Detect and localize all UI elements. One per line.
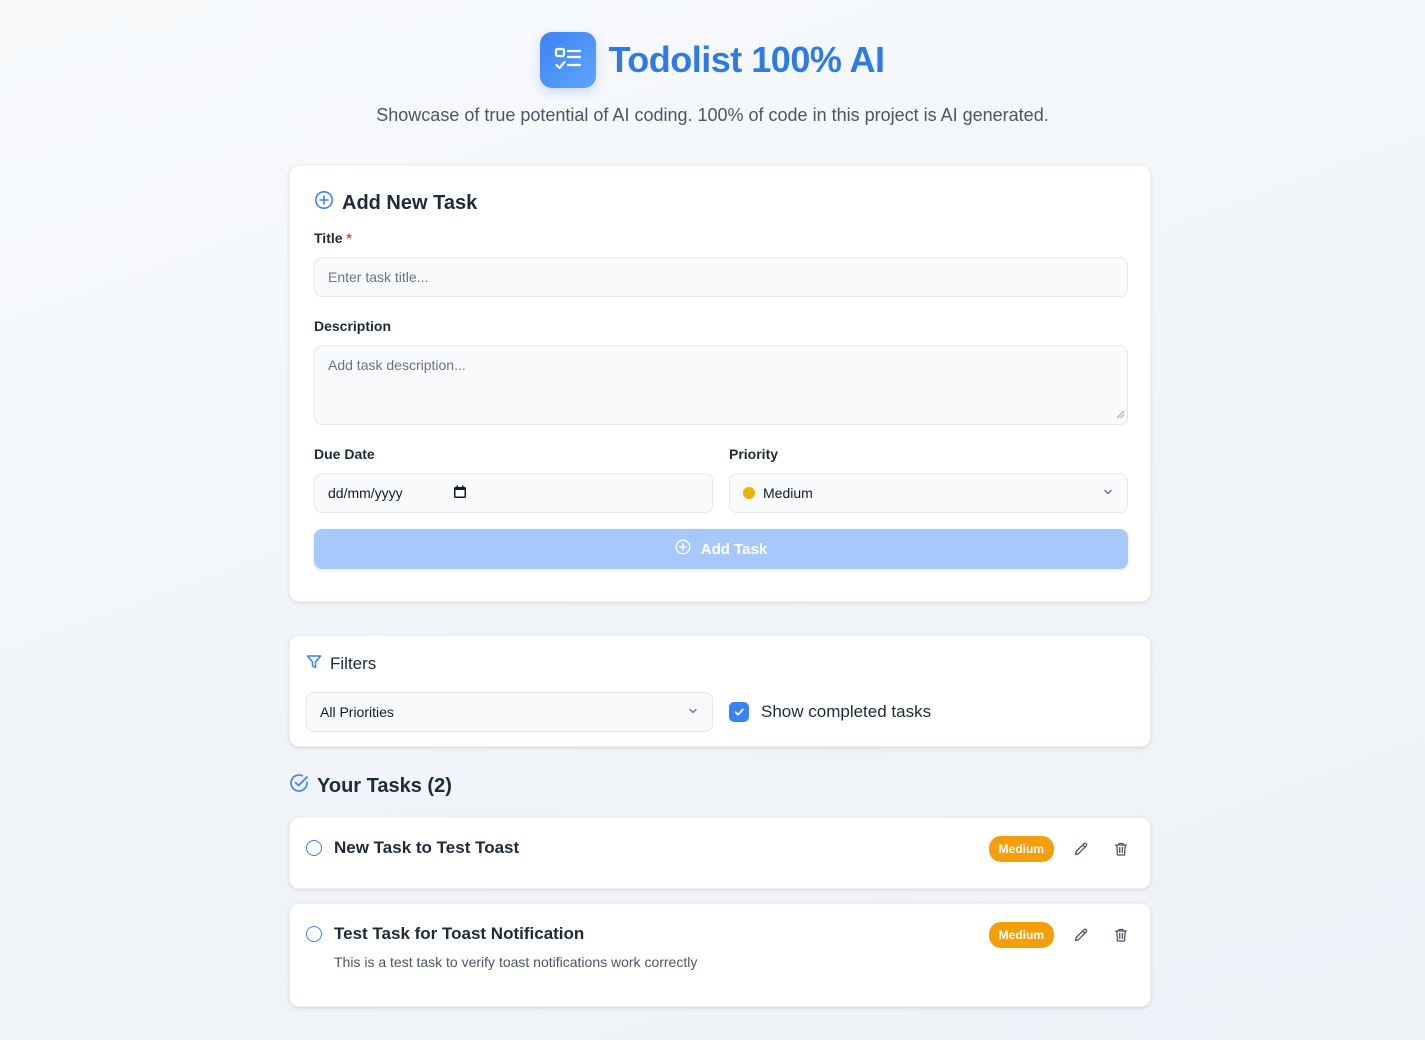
medium-priority-dot-icon [743, 487, 755, 499]
description-placeholder: Add task description... [328, 357, 466, 373]
app-header: Todolist 100% AI Showcase of true potent… [0, 32, 1425, 126]
task-main: New Task to Test Toast [306, 838, 519, 858]
required-mark: * [346, 230, 352, 246]
calendar-icon[interactable] [453, 485, 467, 502]
check-circle-icon [289, 773, 309, 799]
description-field-group: Description Add task description... [314, 318, 1128, 425]
edit-pencil-icon[interactable] [1068, 836, 1094, 862]
priority-select[interactable]: Medium [729, 473, 1128, 513]
task-title: New Task to Test Toast [334, 838, 520, 857]
task-title: Test Task for Toast Notification [334, 924, 585, 943]
title-field-group: Title * Enter task title... [314, 230, 1128, 297]
filters-heading: Filters [306, 654, 1134, 674]
due-date-input[interactable]: dd/mm/yyyy [314, 473, 713, 513]
add-task-heading: Add New Task [314, 190, 1126, 216]
add-task-card: Add New Task Title * Enter task title...… [289, 165, 1151, 602]
priority-selected-text: Medium [763, 485, 813, 501]
edit-pencil-icon[interactable] [1068, 922, 1094, 948]
task-header: New Task to Test Toast Medium [306, 836, 1134, 862]
show-completed-checkbox[interactable] [729, 702, 749, 722]
due-date-group: Due Date dd/mm/yyyy [314, 446, 713, 513]
show-completed-toggle[interactable]: Show completed tasks [729, 702, 931, 722]
resize-handle-icon[interactable] [1116, 405, 1125, 421]
task-main: Test Task for Toast Notification [306, 924, 584, 944]
plus-circle-icon [314, 190, 334, 216]
due-date-label: Due Date [314, 446, 375, 462]
show-completed-label: Show completed tasks [761, 702, 932, 721]
title-input[interactable]: Enter task title... [314, 257, 1128, 297]
chevron-down-icon [1102, 485, 1114, 501]
add-task-button-label: Add Task [700, 540, 768, 558]
task-complete-toggle[interactable] [306, 926, 322, 942]
priority-label: Priority [729, 446, 779, 462]
filters-card: Filters All Priorities Show completed ta… [289, 635, 1151, 747]
delete-trash-icon[interactable] [1108, 922, 1134, 948]
priority-selected: Medium [743, 485, 813, 501]
filters-heading-text: Filters [330, 654, 377, 673]
priority-badge: Medium [988, 836, 1054, 862]
description-textarea[interactable]: Add task description... [314, 345, 1128, 425]
checklist-logo-icon [540, 32, 597, 88]
plus-circle-icon [675, 539, 691, 559]
tasks-heading: Your Tasks (2) [289, 774, 452, 798]
tasks-heading-text: Your Tasks (2) [317, 774, 452, 797]
add-task-button[interactable]: Add Task [314, 529, 1128, 569]
task-actions: Medium [988, 836, 1134, 862]
add-task-heading-text: Add New Task [342, 191, 478, 214]
description-label: Description [314, 318, 392, 334]
filter-icon [306, 654, 322, 675]
priority-filter-value: All Priorities [320, 704, 394, 720]
task-header: Test Task for Toast Notification Medium [306, 922, 1134, 948]
app-title: Todolist 100% AI [608, 39, 885, 80]
chevron-down-icon [687, 704, 699, 720]
task-card: Test Task for Toast Notification Medium … [289, 903, 1151, 1007]
priority-badge: Medium [988, 922, 1054, 948]
task-description: This is a test task to verify toast noti… [334, 954, 698, 970]
priority-filter-select[interactable]: All Priorities [306, 692, 713, 732]
app-subtitle: Showcase of true potential of AI coding.… [376, 105, 1049, 125]
filters-row: All Priorities Show completed tasks [306, 692, 1134, 732]
task-card: New Task to Test Toast Medium [289, 817, 1151, 889]
date-priority-row: Due Date dd/mm/yyyy Priority Medium [314, 446, 1128, 513]
brand: Todolist 100% AI [0, 32, 1425, 88]
due-date-value: dd/mm/yyyy [328, 485, 403, 501]
delete-trash-icon[interactable] [1108, 836, 1134, 862]
title-label: Title * [314, 230, 352, 246]
priority-group: Priority Medium [729, 446, 1128, 513]
task-actions: Medium [988, 922, 1134, 948]
task-complete-toggle[interactable] [306, 840, 322, 856]
